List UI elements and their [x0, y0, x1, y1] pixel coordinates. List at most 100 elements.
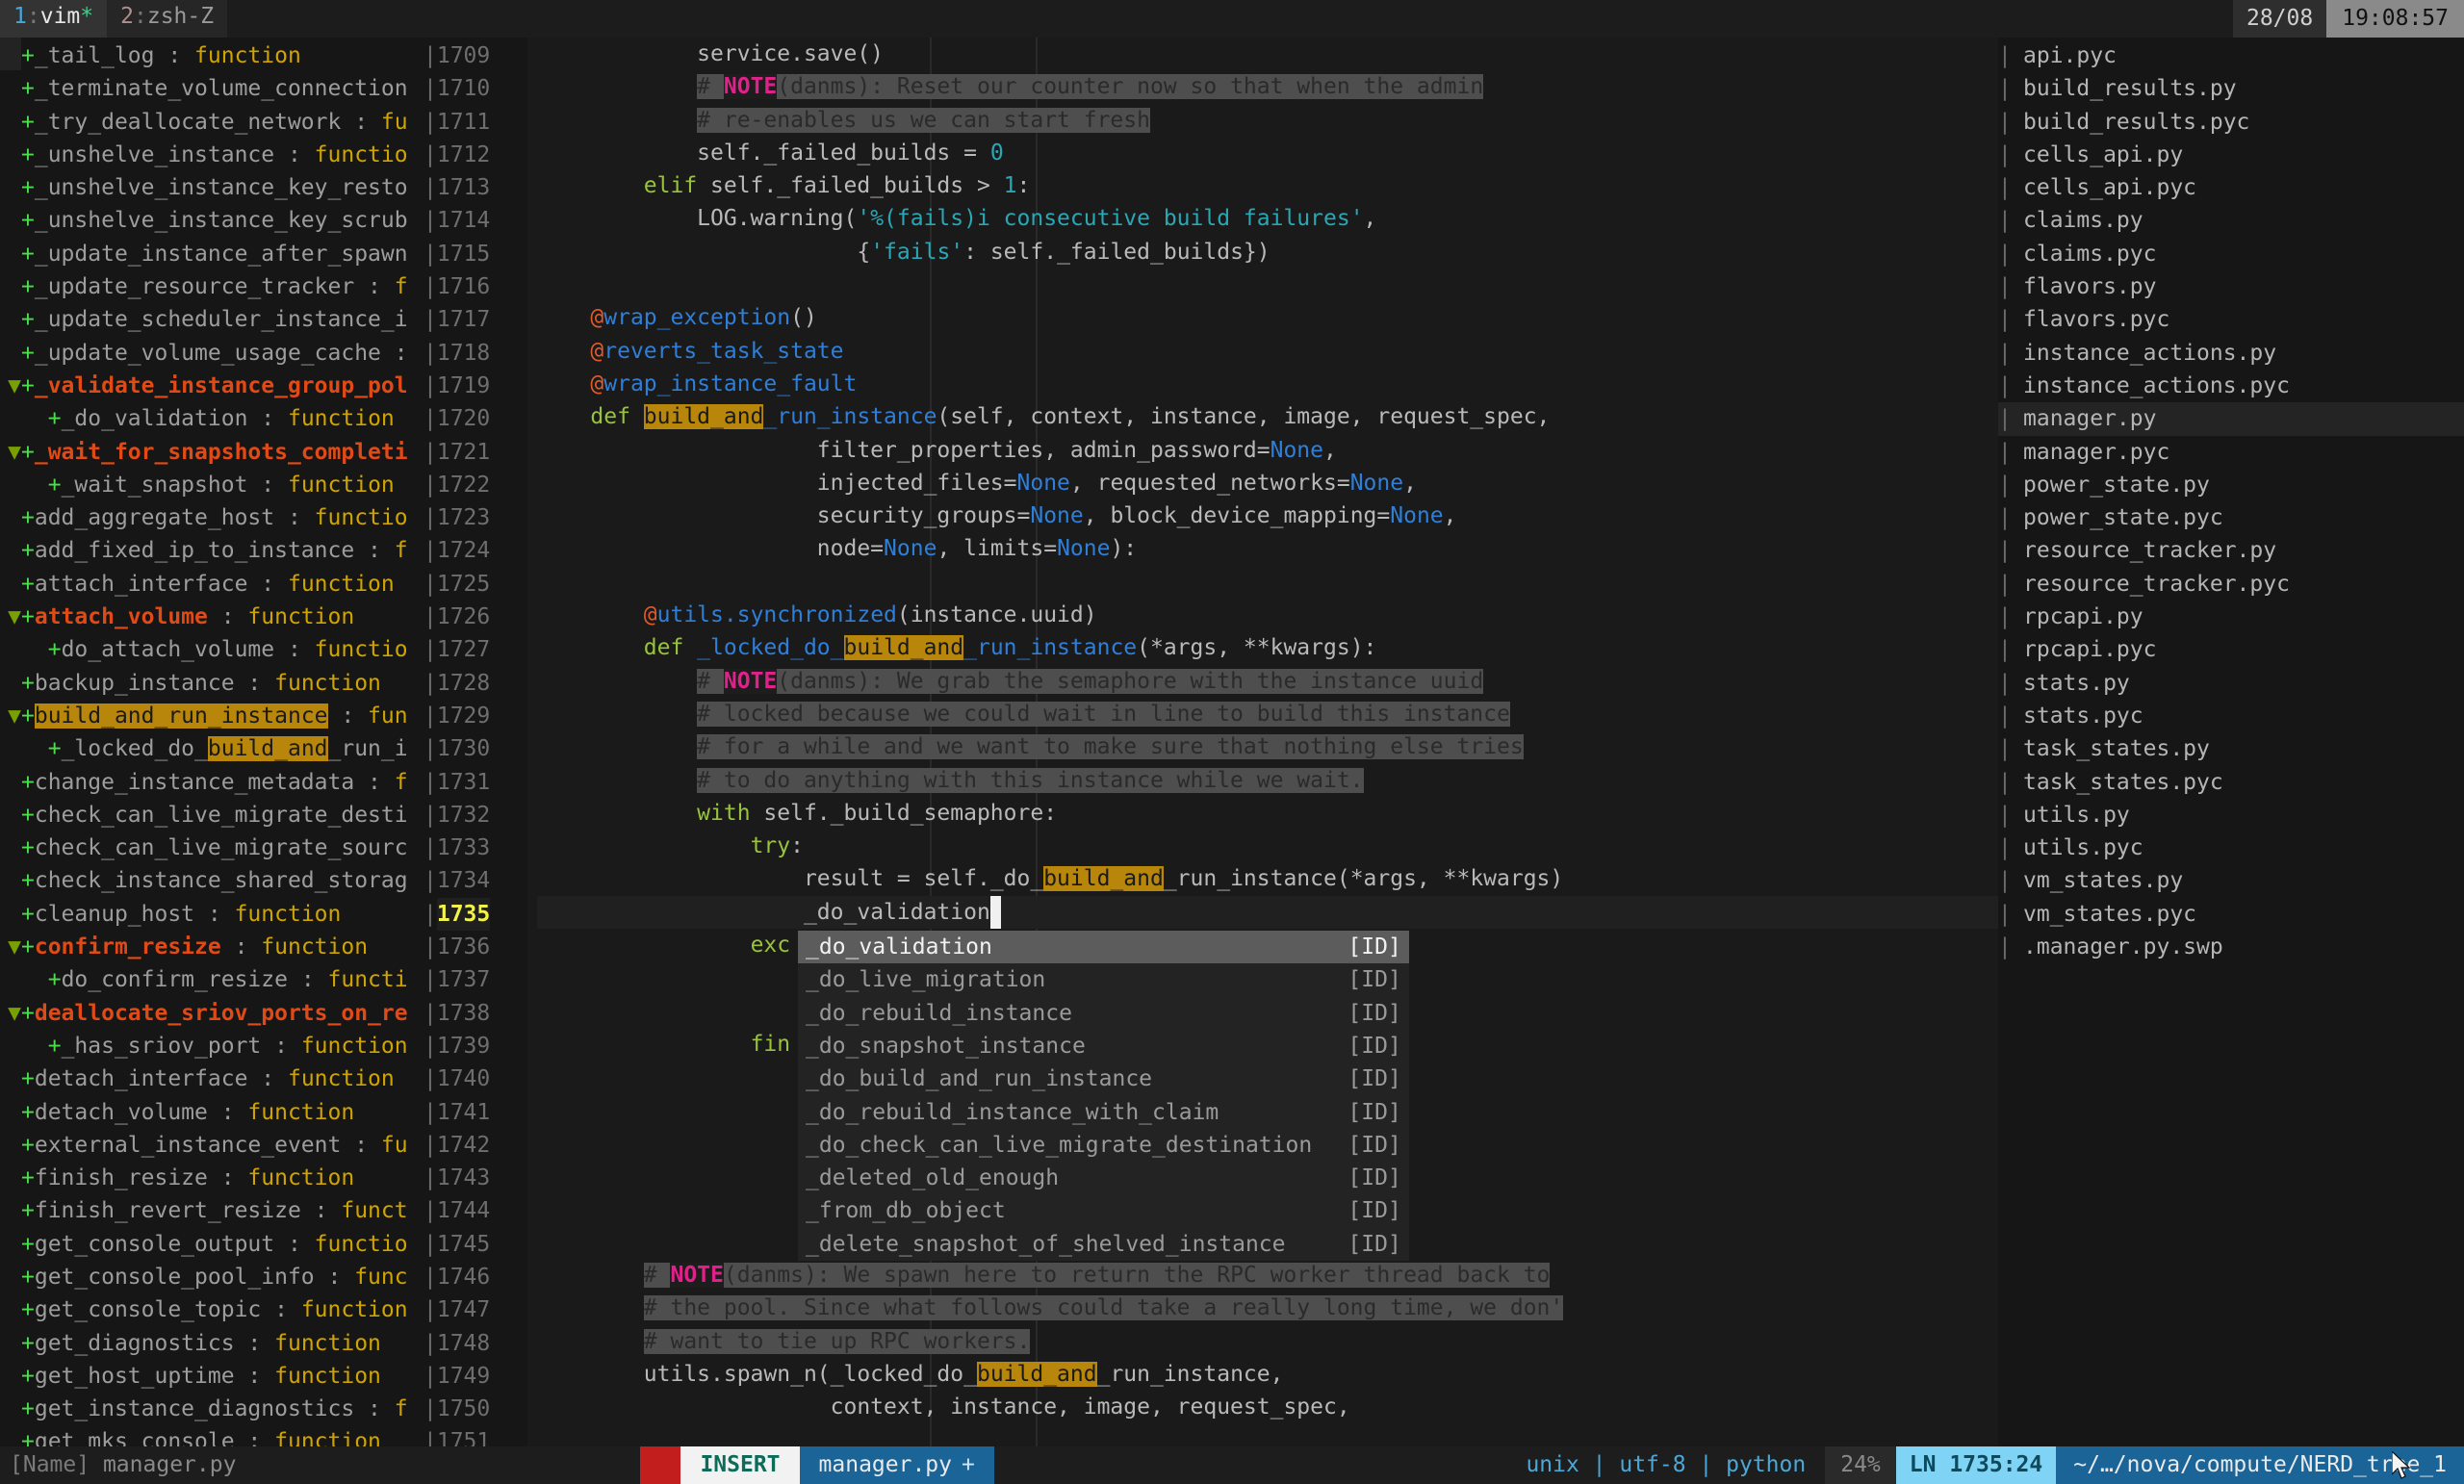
tagbar-fold-icon[interactable]: ▼ — [8, 1001, 21, 1026]
code-line[interactable]: service.save() — [537, 38, 1998, 70]
code-line[interactable]: try: — [537, 830, 1998, 862]
nerdtree-file-row[interactable]: | build_results.py — [1998, 72, 2464, 105]
tagbar-row[interactable]: +get_console_topic : function | 1747 — [0, 1293, 527, 1326]
tagbar-row[interactable]: +_unshelve_instance_key_resto | 1713 — [0, 171, 527, 204]
tagbar-row[interactable]: +_unshelve_instance : functio | 1712 — [0, 139, 527, 171]
autocomplete-item[interactable]: _do_validation [ID] — [798, 931, 1409, 964]
tmux-window-1[interactable]: 1: vim * — [0, 0, 108, 38]
tagbar-row[interactable]: +detach_interface : function | 1740 — [0, 1062, 527, 1095]
tagbar-row[interactable]: +get_console_pool_info : func | 1746 — [0, 1261, 527, 1293]
tagbar-row[interactable]: +detach_volume : function | 1741 — [0, 1096, 527, 1129]
autocomplete-item[interactable]: _delete_snapshot_of_shelved_instance [ID] — [798, 1228, 1409, 1261]
code-line[interactable]: @wrap_instance_fault — [537, 368, 1998, 400]
code-line[interactable]: context, instance, image, request_spec, — [537, 1391, 1998, 1423]
tagbar-row[interactable]: +get_diagnostics : function | 1748 — [0, 1327, 527, 1360]
code-line[interactable]: self._failed_builds = 0 — [537, 137, 1998, 169]
nerdtree-file-row[interactable]: | stats.pyc — [1998, 700, 2464, 732]
nerdtree-pane[interactable]: | api.pyc | build_results.py | build_resul… — [1998, 38, 2464, 1446]
code-line[interactable]: security_groups=None, block_device_mappi… — [537, 499, 1998, 532]
tagbar-row[interactable]: +check_can_live_migrate_sourc | 1733 — [0, 832, 527, 864]
code-line[interactable]: # want to tie up RPC workers. — [537, 1325, 1998, 1358]
code-line[interactable]: _do_validation — [537, 895, 1998, 930]
code-line[interactable]: injected_files=None, requested_networks=… — [537, 467, 1998, 499]
tagbar-row[interactable]: +check_instance_shared_storag | 1734 — [0, 864, 527, 897]
nerdtree-file-row[interactable]: | task_states.pyc — [1998, 766, 2464, 799]
code-line[interactable]: LOG.warning('%(fails)i consecutive build… — [537, 202, 1998, 235]
nerdtree-file-row[interactable]: | claims.pyc — [1998, 238, 2464, 270]
code-line[interactable]: def build_and_run_instance(self, context… — [537, 400, 1998, 433]
autocomplete-item[interactable]: _do_check_can_live_migrate_destination [I… — [798, 1129, 1409, 1162]
nerdtree-file-row[interactable]: | manager.py — [1998, 402, 2464, 436]
tagbar-row[interactable]: +add_fixed_ip_to_instance : f | 1724 — [0, 534, 527, 567]
nerdtree-file-row[interactable]: | build_results.pyc — [1998, 106, 2464, 139]
tagbar-fold-icon[interactable]: ▼ — [8, 934, 21, 959]
autocomplete-item[interactable]: _do_rebuild_instance_with_claim [ID] — [798, 1096, 1409, 1129]
tagbar-row[interactable]: ▼ +_validate_instance_group_pol | 1719 — [0, 370, 527, 402]
code-line[interactable] — [537, 269, 1998, 301]
code-line[interactable]: @reverts_task_state — [537, 335, 1998, 368]
autocomplete-item[interactable]: _do_build_and_run_instance [ID] — [798, 1062, 1409, 1095]
tagbar-row[interactable]: +_do_validation : function | 1720 — [0, 402, 527, 435]
nerdtree-file-row[interactable]: | instance_actions.pyc — [1998, 370, 2464, 402]
tagbar-row[interactable]: +_tail_log : function | 1709 — [0, 39, 527, 72]
tagbar-row[interactable]: +external_instance_event : fu | 1742 — [0, 1129, 527, 1162]
tagbar-row[interactable]: ▼ +build_and_run_instance : fun | 1729 — [0, 700, 527, 732]
code-line[interactable]: with self._build_semaphore: — [537, 797, 1998, 830]
code-line[interactable]: # re-enables us we can start fresh — [537, 104, 1998, 137]
nerdtree-file-row[interactable]: | power_state.py — [1998, 469, 2464, 501]
nerdtree-file-row[interactable]: | power_state.pyc — [1998, 501, 2464, 534]
tagbar-row[interactable]: +_update_resource_tracker : f | 1716 — [0, 270, 527, 303]
nerdtree-file-row[interactable]: | task_states.py — [1998, 732, 2464, 765]
nerdtree-file-row[interactable]: | flavors.py — [1998, 270, 2464, 303]
tagbar-row[interactable]: +get_console_output : functio | 1745 — [0, 1228, 527, 1261]
nerdtree-file-row[interactable]: | .manager.py.swp — [1998, 931, 2464, 963]
code-line[interactable]: filter_properties, admin_password=None, — [537, 434, 1998, 467]
tagbar-fold-icon[interactable]: ▼ — [8, 373, 21, 398]
tagbar-row[interactable]: +_update_instance_after_spawn | 1715 — [0, 238, 527, 270]
tagbar-row[interactable]: +get_mks_console : function | 1751 — [0, 1425, 527, 1446]
tagbar-row[interactable]: +finish_resize : function | 1743 — [0, 1162, 527, 1194]
tagbar-row[interactable]: +_update_scheduler_instance_i | 1717 — [0, 303, 527, 336]
nerdtree-file-row[interactable]: | vm_states.py — [1998, 864, 2464, 897]
nerdtree-file-row[interactable]: | instance_actions.py — [1998, 337, 2464, 370]
code-line[interactable]: # NOTE(danms): Reset our counter now so … — [537, 70, 1998, 103]
autocomplete-item[interactable]: _deleted_old_enough [ID] — [798, 1162, 1409, 1194]
tagbar-row[interactable]: +finish_revert_resize : funct | 1744 — [0, 1194, 527, 1227]
tagbar-pane[interactable]: +_tail_log : function | 1709 +_terminate_… — [0, 38, 527, 1446]
nerdtree-file-row[interactable]: | rpcapi.py — [1998, 601, 2464, 633]
tagbar-row[interactable]: +_has_sriov_port : function | 1739 — [0, 1030, 527, 1062]
code-line[interactable]: # NOTE(danms): We spawn here to return t… — [537, 1259, 1998, 1292]
code-line[interactable]: @utils.synchronized(instance.uuid) — [537, 599, 1998, 631]
nerdtree-file-row[interactable]: | claims.py — [1998, 204, 2464, 237]
tagbar-fold-icon[interactable]: ▼ — [8, 604, 21, 629]
autocomplete-item[interactable]: _do_rebuild_instance [ID] — [798, 997, 1409, 1030]
nerdtree-file-row[interactable]: | utils.py — [1998, 799, 2464, 832]
code-line[interactable]: elif self._failed_builds > 1: — [537, 169, 1998, 202]
code-line[interactable]: result = self._do_build_and_run_instance… — [537, 862, 1998, 895]
tagbar-row[interactable]: +cleanup_host : function | 1735 — [0, 38, 527, 932]
code-line[interactable]: def _locked_do_build_and_run_instance(*a… — [537, 631, 1998, 664]
tagbar-row[interactable]: +_locked_do_build_and_run_i | 1730 — [0, 732, 527, 765]
tagbar-row[interactable]: +attach_interface : function | 1725 — [0, 568, 527, 601]
tagbar-row[interactable]: ▼ +confirm_resize : function | 1736 — [0, 931, 527, 963]
tmux-window-2[interactable]: 2: zsh-Z — [107, 0, 228, 38]
tagbar-row[interactable]: +backup_instance : function | 1728 — [0, 667, 527, 700]
autocomplete-popup[interactable]: _do_validation [ID] _do_live_migration [ID]… — [798, 931, 1409, 1262]
tagbar-row[interactable]: +_unshelve_instance_key_scrub | 1714 — [0, 204, 527, 237]
nerdtree-file-row[interactable]: | cells_api.py — [1998, 139, 2464, 171]
nerdtree-file-row[interactable]: | resource_tracker.pyc — [1998, 568, 2464, 601]
tagbar-row[interactable]: +add_aggregate_host : functio | 1723 — [0, 501, 527, 534]
code-line[interactable] — [537, 566, 1998, 599]
nerdtree-file-row[interactable]: | utils.pyc — [1998, 832, 2464, 864]
tagbar-row[interactable]: +do_confirm_resize : functi | 1737 — [0, 963, 527, 996]
code-line[interactable]: # locked because we could wait in line t… — [537, 698, 1998, 730]
code-line[interactable]: # to do anything with this instance whil… — [537, 764, 1998, 797]
nerdtree-file-row[interactable]: | vm_states.pyc — [1998, 898, 2464, 931]
code-line[interactable]: # for a while and we want to make sure t… — [537, 730, 1998, 763]
tagbar-row[interactable]: +change_instance_metadata : f | 1731 — [0, 766, 527, 799]
tagbar-fold-icon[interactable]: ▼ — [8, 440, 21, 465]
tagbar-row[interactable]: +check_can_live_migrate_desti | 1732 — [0, 799, 527, 832]
tagbar-row[interactable]: +do_attach_volume : functio | 1727 — [0, 633, 527, 666]
tagbar-row[interactable]: +_wait_snapshot : function | 1722 — [0, 469, 527, 501]
code-line[interactable]: # the pool. Since what follows could tak… — [537, 1292, 1998, 1324]
